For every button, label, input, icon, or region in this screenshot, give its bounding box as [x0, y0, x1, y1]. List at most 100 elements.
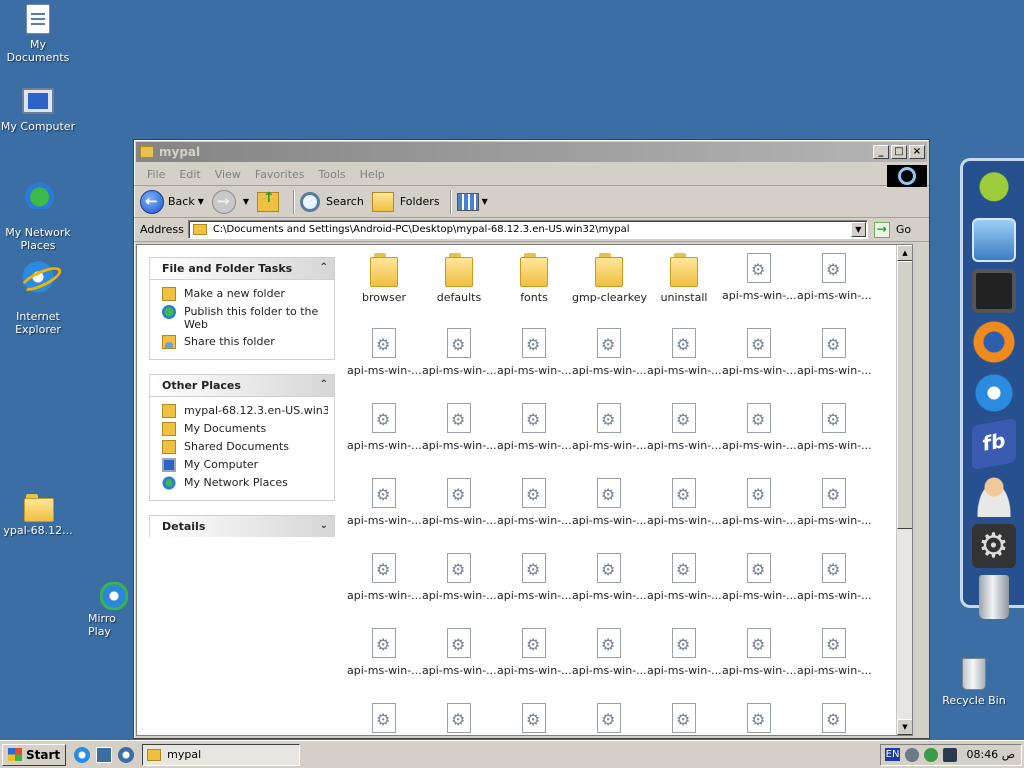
details-header[interactable]: Details ⌄	[149, 515, 335, 537]
menu-favorites[interactable]: Favorites	[255, 168, 305, 181]
menu-view[interactable]: View	[215, 168, 241, 181]
file-item[interactable]: api-ms-win-...	[422, 628, 497, 677]
task-publish-folder[interactable]: Publish this folder to the Web	[162, 305, 328, 331]
clock[interactable]: 08:46 ص	[966, 748, 1015, 761]
folder-item[interactable]: fonts	[497, 253, 571, 304]
file-item[interactable]: api-ms-win-...	[572, 628, 647, 677]
close-button[interactable]: ×	[909, 145, 925, 159]
other-places-header[interactable]: Other Places ⌃	[149, 374, 335, 396]
file-item[interactable]: api-ms-win-...	[497, 403, 572, 452]
computer-icon[interactable]	[971, 218, 1016, 262]
file-item[interactable]: api-ms-win-...	[422, 553, 497, 602]
scroll-down-button[interactable]: ▼	[897, 719, 912, 735]
firefox-icon[interactable]	[971, 320, 1016, 364]
facebook-icon[interactable]: fb	[971, 418, 1016, 470]
show-desktop-icon[interactable]	[96, 746, 113, 763]
scroll-thumb[interactable]	[897, 261, 912, 529]
file-item[interactable]: api-ms-win-...	[422, 478, 497, 527]
file-item[interactable]: api-ms-win-...	[722, 328, 797, 377]
file-item[interactable]: api-ms-win-...	[572, 478, 647, 527]
folder-item[interactable]: uninstall	[647, 253, 721, 304]
menu-edit[interactable]: Edit	[179, 168, 200, 181]
file-item[interactable]: api-ms-win-...	[647, 553, 722, 602]
folder-item[interactable]: defaults	[422, 253, 496, 304]
file-folder-tasks-header[interactable]: File and Folder Tasks ⌃	[149, 257, 335, 279]
file-item[interactable]: api-ms-win-...	[422, 403, 497, 452]
file-item[interactable]: api-ms-win-...	[647, 328, 722, 377]
expand-icon[interactable]: ⌄	[320, 520, 328, 531]
chevron-down-icon[interactable]: ▼	[482, 197, 488, 206]
up-button[interactable]	[257, 190, 283, 212]
file-item[interactable]	[797, 703, 871, 735]
trash-icon[interactable]	[978, 575, 1009, 619]
file-item[interactable]: api-ms-win-...	[647, 628, 722, 677]
desktop-icon-my-computer[interactable]: My Computer	[0, 86, 76, 133]
file-item[interactable]: api-ms-win-...	[497, 478, 572, 527]
file-item[interactable]: api-ms-win-...	[647, 478, 722, 527]
file-item[interactable]: api-ms-win-...	[722, 478, 797, 527]
file-item[interactable]: api-ms-win-...	[497, 328, 572, 377]
place-my-network-places[interactable]: My Network Places	[162, 476, 328, 490]
file-item[interactable]: api-ms-win-...	[572, 403, 647, 452]
go-button[interactable]: → Go	[873, 221, 911, 238]
desktop-icon-my-documents[interactable]: My Documents	[0, 4, 76, 64]
file-item[interactable]: api-ms-win-...	[722, 403, 797, 452]
place-shared-documents[interactable]: Shared Documents	[162, 440, 328, 454]
place-my-computer[interactable]: My Computer	[162, 458, 328, 472]
menu-help[interactable]: Help	[360, 168, 385, 181]
tray-icon[interactable]	[905, 747, 920, 762]
file-item[interactable]: api-ms-win-...	[797, 403, 872, 452]
file-item[interactable]: api-ms-win-...	[347, 553, 422, 602]
internet-explorer-icon[interactable]	[74, 746, 91, 763]
file-item[interactable]: api-ms-win-...	[347, 403, 422, 452]
menu-file[interactable]: File	[147, 168, 165, 181]
maximize-button[interactable]: □	[891, 145, 907, 159]
file-item[interactable]: api-ms-win-...	[347, 628, 422, 677]
file-item[interactable]: api-ms-win-...	[422, 328, 497, 377]
android-icon[interactable]	[971, 167, 1016, 211]
collapse-icon[interactable]: ⌃	[320, 379, 328, 390]
file-item[interactable]: api-ms-win-...	[347, 478, 422, 527]
scroll-up-button[interactable]: ▲	[897, 245, 912, 261]
file-item[interactable]: api-ms-win-...	[722, 628, 797, 677]
tray-icon[interactable]	[943, 747, 958, 762]
file-item[interactable]: api-ms-win-...	[497, 628, 572, 677]
file-item[interactable]	[572, 703, 646, 735]
file-item[interactable]	[722, 703, 796, 735]
ipad-icon[interactable]	[971, 269, 1016, 313]
desktop-icon-recycle-bin[interactable]: Recycle Bin	[936, 658, 1012, 707]
file-item[interactable]: api-ms-win-...	[797, 253, 872, 302]
address-input[interactable]: C:\Documents and Settings\Android-PC\Des…	[187, 220, 868, 239]
views-button[interactable]: ▼	[456, 192, 488, 211]
file-item[interactable]	[497, 703, 571, 735]
settings-icon[interactable]: ⚙	[971, 524, 1016, 568]
search-button[interactable]: Search	[300, 191, 364, 212]
chevron-down-icon[interactable]: ▼	[198, 197, 204, 206]
desktop-icon-my-network-places[interactable]: My Network Places	[0, 166, 76, 252]
folders-button[interactable]: Folders	[371, 191, 440, 212]
chevron-down-icon[interactable]: ▼	[243, 197, 249, 206]
file-item[interactable]	[347, 703, 421, 735]
start-button[interactable]: Start	[2, 743, 67, 766]
file-item[interactable]: api-ms-win-...	[797, 628, 872, 677]
address-dropdown-button[interactable]: ▼	[850, 222, 866, 237]
internet-explorer-icon[interactable]	[971, 371, 1016, 415]
file-item[interactable]: api-ms-win-...	[722, 253, 797, 302]
file-item[interactable]: api-ms-win-...	[347, 328, 422, 377]
place-my-documents[interactable]: My Documents	[162, 422, 328, 436]
file-item[interactable]: api-ms-win-...	[797, 478, 872, 527]
forward-button[interactable]: ▼	[211, 189, 249, 214]
task-make-new-folder[interactable]: Make a new folder	[162, 287, 328, 301]
place-mypal-parent[interactable]: mypal-68.12.3.en-US.win32	[162, 404, 328, 418]
folder-item[interactable]: gmp-clearkey	[572, 253, 647, 304]
desktop-icon-mirro-play[interactable]: Mirro Play	[78, 582, 138, 638]
media-player-icon[interactable]	[118, 746, 135, 763]
support-icon[interactable]	[971, 473, 1016, 517]
minimize-button[interactable]: _	[873, 145, 889, 159]
file-item[interactable]: api-ms-win-...	[797, 553, 872, 602]
task-share-folder[interactable]: Share this folder	[162, 335, 328, 349]
desktop-icon-mypal-folder[interactable]: ypal-68.12...	[0, 494, 76, 537]
menu-tools[interactable]: Tools	[319, 168, 346, 181]
file-item[interactable]: api-ms-win-...	[722, 553, 797, 602]
file-item[interactable]: api-ms-win-...	[572, 328, 647, 377]
